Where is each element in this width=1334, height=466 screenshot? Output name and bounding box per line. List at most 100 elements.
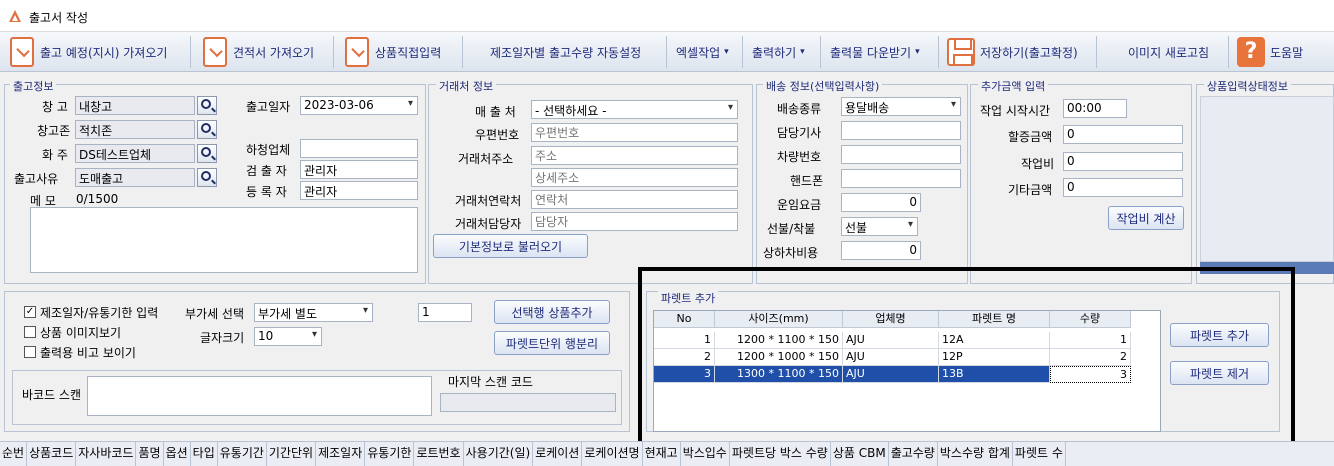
add-selected-row-button[interactable]: 선택행 상품추가 [494, 300, 610, 324]
grid-column-header[interactable]: 박스수량 합계 [938, 442, 1013, 466]
direct-input-button[interactable]: 상품직접입력 [345, 32, 441, 72]
refresh-image-button[interactable]: 이미지 새로고침 [1128, 32, 1209, 72]
grid-column-header[interactable]: 파렛트 수 [1013, 442, 1066, 466]
excel-label: 엑셀작업 [676, 45, 721, 60]
chevron-down-icon: ▾ [915, 47, 920, 57]
inspector-field[interactable]: 관리자 [300, 160, 418, 179]
load-estimate-button[interactable]: 견적서 가져오기 [203, 32, 314, 72]
zone-field[interactable]: 적치존 [75, 120, 195, 139]
download-doc-icon [345, 37, 369, 67]
fare-field[interactable]: 0 [841, 193, 921, 212]
help-button[interactable]: ? 도움말 [1237, 32, 1303, 72]
prepaid-select[interactable]: 선불 [841, 217, 918, 236]
shipper-search-button[interactable] [197, 144, 217, 163]
handling-field[interactable]: 0 [841, 241, 921, 260]
last-scan-field [440, 393, 616, 412]
subcontractor-label: 하청업체 [246, 143, 291, 157]
reason-field[interactable]: 도매출고 [75, 168, 195, 187]
auto-qty-button[interactable]: 제조일자별 출고수량 자동설정 [490, 32, 641, 72]
mobile-field[interactable] [841, 169, 961, 188]
grid-column-header[interactable]: 박스입수 [681, 442, 730, 466]
barcode-input[interactable] [87, 376, 432, 416]
load-basic-info-button[interactable]: 기본정보로 불러오기 [433, 234, 588, 258]
reason-label: 출고사유 [14, 172, 59, 186]
registrant-field[interactable]: 관리자 [300, 181, 418, 200]
download-menu-button[interactable]: 출력물 다운받기 ▾ [830, 32, 920, 72]
print-label: 출력하기 [752, 45, 797, 60]
floppy-disk-icon [947, 38, 975, 66]
surcharge-field[interactable]: 0 [1063, 125, 1183, 144]
registrant-label: 등 록 자 [246, 185, 287, 199]
show-image-label: 상품 이미지보기 [40, 326, 122, 340]
zip-input[interactable] [531, 123, 738, 142]
grid-column-header[interactable]: 현재고 [643, 442, 681, 466]
grid-column-header[interactable]: 제조일자 [316, 442, 366, 466]
font-size-label: 글자크기 [200, 331, 245, 345]
chevron-down-icon: ▾ [800, 47, 805, 57]
grid-column-header[interactable]: 유통기간 [218, 442, 267, 466]
date-label: 출고일자 [246, 100, 291, 114]
direct-input-label: 상품직접입력 [375, 45, 442, 60]
address-input[interactable] [531, 146, 738, 165]
grid-column-header[interactable]: 옵션 [164, 442, 191, 466]
show-image-checkbox[interactable] [24, 326, 36, 338]
date-picker[interactable]: 2023-03-06 [300, 96, 418, 115]
grid-column-header[interactable]: 상품코드 [27, 442, 77, 466]
save-button[interactable]: 저장하기(출고확정) [947, 32, 1078, 72]
vehicle-field[interactable] [841, 145, 961, 164]
grid-column-header[interactable]: 유통기한 [365, 442, 415, 466]
grid-column-header[interactable]: 품명 [136, 442, 164, 466]
excel-menu-button[interactable]: 엑셀작업 ▾ [676, 32, 729, 72]
grid-column-header[interactable]: 로트번호 [414, 442, 464, 466]
subcontractor-field[interactable] [300, 139, 418, 158]
download-doc-icon [10, 37, 34, 67]
contact-input[interactable] [531, 212, 738, 231]
shipper-field[interactable]: DS테스트업체 [75, 144, 195, 163]
show-print-note-checkbox[interactable] [24, 346, 36, 358]
reason-search-button[interactable] [197, 168, 217, 187]
load-order-button[interactable]: 출고 예정(지시) 가져오기 [10, 32, 167, 72]
search-icon [201, 99, 211, 109]
print-menu-button[interactable]: 출력하기 ▾ [752, 32, 805, 72]
load-order-label: 출고 예정(지시) 가져오기 [40, 45, 168, 60]
start-time-label: 작업 시작시간 [980, 104, 1051, 118]
zone-label: 창고존 [37, 124, 71, 138]
vat-select[interactable]: 부가세 별도 [254, 303, 373, 322]
start-time-spinner[interactable]: 00:00 [1063, 99, 1127, 118]
grid-column-header[interactable]: 로케이션명 [582, 442, 643, 466]
grid-column-header[interactable]: 로케이션 [533, 442, 583, 466]
driver-field[interactable] [841, 121, 961, 140]
grid-column-header[interactable]: 출고수량 [889, 442, 938, 466]
grid-column-header[interactable]: 순번 [0, 442, 28, 466]
grid-column-header[interactable]: 타입 [191, 442, 218, 466]
warehouse-search-button[interactable] [197, 96, 217, 115]
phone-input[interactable] [531, 190, 738, 209]
font-size-select[interactable]: 10 [254, 327, 322, 346]
grid-column-header[interactable]: 자사바코드 [76, 442, 137, 466]
save-label: 저장하기(출고확정) [980, 45, 1078, 60]
grid-column-header[interactable]: 상품 CBM [831, 442, 889, 466]
question-mark-icon: ? [1237, 37, 1265, 67]
window-title: 출고서 작성 [29, 11, 89, 25]
memo-textarea[interactable] [30, 207, 418, 273]
warehouse-field[interactable]: 내창고 [75, 96, 195, 115]
split-pallet-button[interactable]: 파렛트단위 행분리 [494, 331, 610, 355]
help-label: 도움말 [1270, 45, 1304, 60]
work-fee-field[interactable]: 0 [1063, 152, 1183, 171]
mfg-input-checkbox[interactable]: ✓ [24, 306, 36, 318]
address-detail-input[interactable] [531, 168, 738, 187]
grid-column-header[interactable]: 파렛트당 박스 수량 [730, 442, 831, 466]
other-amount-field[interactable]: 0 [1063, 178, 1183, 197]
grid-column-header[interactable]: 사용기간(일) [464, 442, 534, 466]
shipment-info-title: 출고정보 [10, 78, 57, 94]
last-scan-label: 마지막 스캔 코드 [448, 375, 533, 389]
zone-search-button[interactable] [197, 120, 217, 139]
quantity-stepper[interactable]: 1 [418, 303, 472, 322]
client-select[interactable]: - 선택하세요 - [531, 100, 738, 119]
grid-column-header[interactable]: 기간단위 [267, 442, 317, 466]
toolbar: 출고 예정(지시) 가져오기 견적서 가져오기 상품직접입력 제조일자별 출고수… [0, 32, 1334, 72]
delivery-type-select[interactable]: 용달배송 [841, 97, 961, 116]
work-fee-label: 작업비 [1021, 157, 1055, 171]
contact-label: 거래처담당자 [455, 217, 522, 231]
calc-work-fee-button[interactable]: 작업비 계산 [1108, 206, 1184, 230]
